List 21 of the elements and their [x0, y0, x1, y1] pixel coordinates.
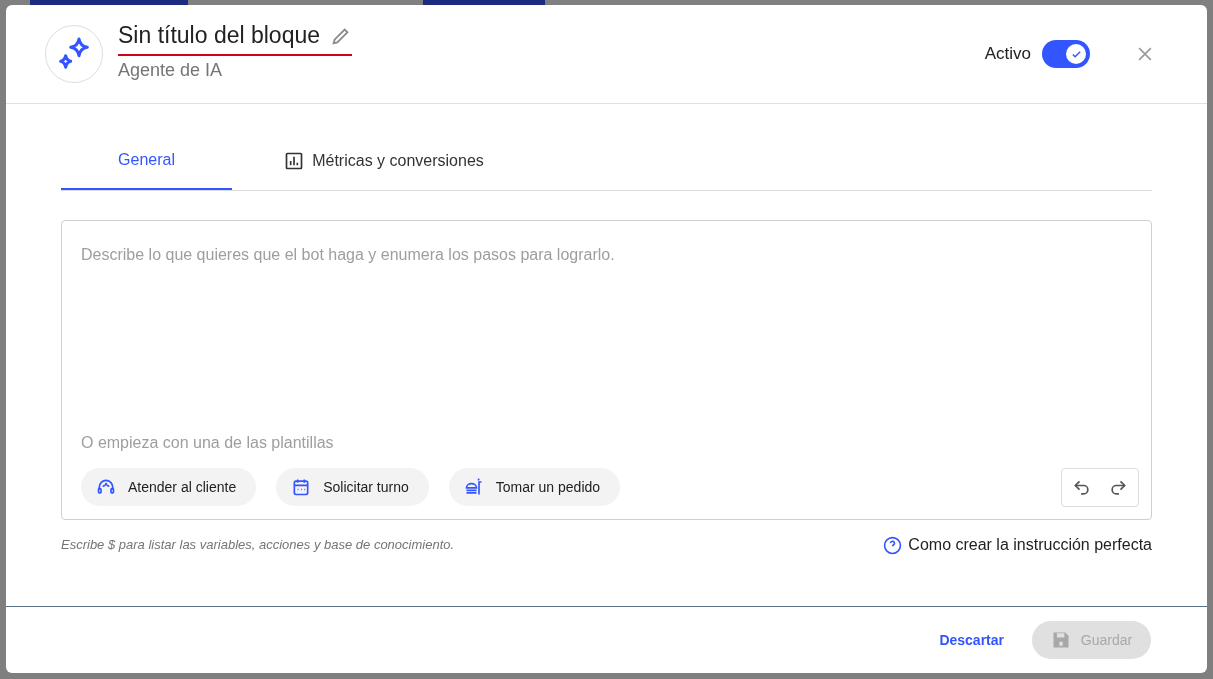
template-chip[interactable]: Solicitar turno	[276, 468, 429, 506]
tab[interactable]: General	[61, 132, 232, 190]
tab[interactable]: Métricas y conversiones	[262, 132, 506, 190]
template-chip[interactable]: Tomar un pedido	[448, 468, 621, 506]
bar-chart-icon	[284, 151, 305, 171]
variables-hint: Escribe $ para listar las variables, acciones y base de conocimiento.	[61, 536, 455, 554]
calendar-icon	[291, 477, 312, 497]
check-icon	[1070, 48, 1082, 60]
instruction-editor[interactable]: Describe lo que quieres que el bot haga y enumera los pasos para lograrlo. O empieza con una de las plantillas Atender al cliente Solicitar turno Tomar un pedido	[61, 220, 1152, 520]
burger-drink-icon	[463, 477, 484, 497]
help-icon	[883, 535, 903, 555]
active-label: Activo	[984, 43, 1031, 66]
discard-button[interactable]: Descartar	[939, 629, 1004, 651]
block-subtitle: Agente de IA	[118, 58, 224, 82]
active-toggle[interactable]	[1042, 40, 1090, 68]
template-chip[interactable]: Atender al cliente	[81, 468, 257, 506]
headset-icon	[96, 477, 116, 497]
title-field[interactable]: Sin título del bloque	[118, 18, 353, 56]
help-link[interactable]: Como crear la instrucción perfecta	[883, 533, 1152, 557]
templates-label: O empieza con una de las plantillas	[81, 433, 335, 453]
editor-placeholder: Describe lo que quieres que el bot haga y enumera los pasos para lograrlo.	[81, 245, 616, 265]
